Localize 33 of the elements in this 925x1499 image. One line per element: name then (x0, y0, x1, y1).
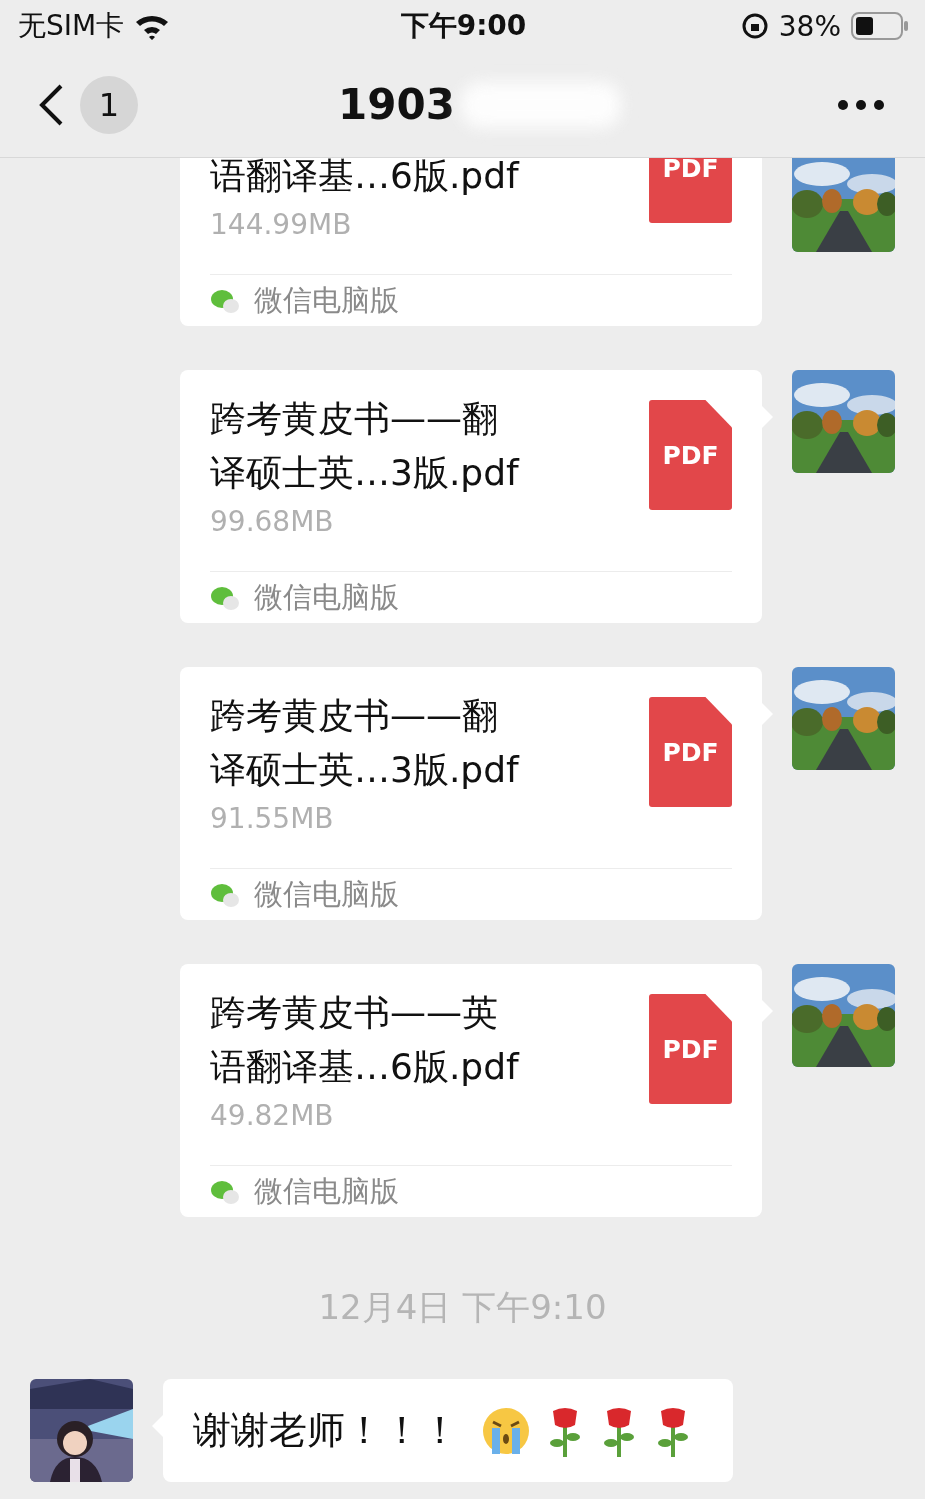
pdf-file-icon: PDF (649, 697, 732, 807)
source-label: 微信电脑版 (254, 578, 399, 616)
back-icon[interactable] (38, 82, 64, 127)
unread-count: 1 (80, 75, 138, 134)
rotation-lock-icon (740, 12, 769, 40)
file-message[interactable]: 语翻译基…6版.pdf PDF 144.99MB 微信电脑版 (180, 158, 762, 326)
battery-icon (851, 12, 909, 40)
wechat-icon (210, 287, 240, 314)
chat-title: 1903 (338, 80, 455, 129)
source-label: 微信电脑版 (254, 875, 399, 913)
carrier-label: 无SIM卡 (18, 8, 125, 44)
file-size: 91.55MB (210, 801, 335, 837)
pdf-file-icon: PDF (649, 158, 732, 223)
timestamp: 12月4日 下午9:10 (318, 1286, 607, 1329)
message-text: 谢谢老师！！！ (193, 1407, 459, 1454)
file-name: 跨考黄皮书——翻译硕士英…3版.pdf (210, 397, 521, 495)
wechat-icon (210, 584, 240, 611)
battery-percent: 38% (778, 9, 841, 43)
file-name: 跨考黄皮书——英语翻译基…6版.pdf (210, 991, 521, 1089)
wechat-icon (210, 1178, 240, 1205)
file-size: 144.99MB (210, 207, 353, 243)
file-size: 99.68MB (210, 504, 335, 540)
clock: 下午9:00 (400, 8, 527, 44)
wechat-icon (210, 881, 240, 908)
file-name: 语翻译基…6版.pdf (210, 158, 521, 198)
source-label: 微信电脑版 (254, 281, 399, 319)
file-name: 跨考黄皮书——翻译硕士英…3版.pdf (210, 694, 521, 792)
crying-face-icon (481, 1405, 531, 1456)
pdf-file-icon: PDF (649, 400, 732, 510)
file-size: 49.82MB (210, 1098, 335, 1134)
more-icon[interactable] (837, 98, 885, 111)
pdf-file-icon: PDF (649, 994, 732, 1104)
source-label: 微信电脑版 (254, 1172, 399, 1210)
